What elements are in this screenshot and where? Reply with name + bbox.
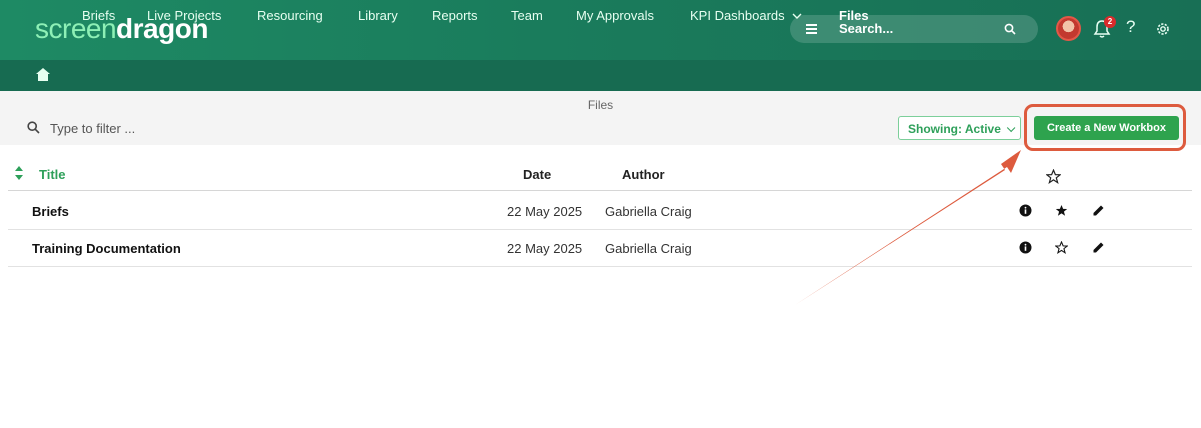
notification-badge: 2	[1104, 16, 1116, 28]
star-outline-icon[interactable]	[1046, 169, 1061, 184]
gear-icon[interactable]	[1155, 21, 1171, 37]
row-title[interactable]: Training Documentation	[32, 241, 181, 256]
edit-pencil-icon[interactable]	[1092, 241, 1105, 254]
info-icon[interactable]	[1019, 241, 1032, 254]
row-date: 22 May 2025	[507, 241, 583, 256]
filter-input[interactable]	[50, 118, 350, 138]
chevron-down-icon	[1006, 123, 1016, 133]
page-title: Files	[587, 98, 614, 112]
nav-live-projects[interactable]: Live Projects	[147, 8, 221, 23]
info-icon[interactable]	[1019, 204, 1032, 217]
nav-library[interactable]: Library	[358, 8, 398, 23]
help-icon[interactable]: ?	[1126, 17, 1135, 37]
table-row[interactable]: Training Documentation 22 May 2025 Gabri…	[8, 229, 1192, 267]
search-icon	[27, 121, 40, 134]
chevron-down-icon	[792, 13, 802, 19]
showing-filter-dropdown[interactable]: Showing: Active	[898, 116, 1021, 140]
nav-files[interactable]: Files	[839, 8, 869, 23]
nav-resourcing[interactable]: Resourcing	[257, 8, 323, 23]
edit-pencil-icon[interactable]	[1092, 204, 1105, 217]
global-search[interactable]: Search...	[790, 15, 1038, 43]
column-title[interactable]: Title	[39, 167, 66, 182]
nav-team[interactable]: Team	[511, 8, 543, 23]
star-filled-icon[interactable]	[1055, 204, 1068, 217]
star-outline-icon[interactable]	[1055, 241, 1068, 254]
nav-kpi-dashboards[interactable]: KPI Dashboards	[690, 8, 802, 23]
table-header	[8, 160, 1192, 191]
sort-icon[interactable]	[15, 166, 23, 180]
nav-reports[interactable]: Reports	[432, 8, 478, 23]
column-author[interactable]: Author	[622, 167, 665, 182]
row-author: Gabriella Craig	[605, 204, 692, 219]
search-label: Search...	[839, 21, 894, 36]
column-date[interactable]: Date	[523, 167, 551, 182]
main-nav	[0, 60, 1201, 91]
nav-briefs[interactable]: Briefs	[82, 8, 115, 23]
user-avatar[interactable]	[1056, 16, 1081, 41]
annotation-highlight-box	[1024, 104, 1186, 151]
home-icon[interactable]	[36, 68, 50, 81]
row-title[interactable]: Briefs	[32, 204, 69, 219]
menu-icon[interactable]	[806, 24, 817, 34]
row-author: Gabriella Craig	[605, 241, 692, 256]
table-row[interactable]: Briefs 22 May 2025 Gabriella Craig	[8, 192, 1192, 230]
search-icon[interactable]	[1004, 23, 1016, 35]
row-date: 22 May 2025	[507, 204, 583, 219]
nav-my-approvals[interactable]: My Approvals	[576, 8, 654, 23]
